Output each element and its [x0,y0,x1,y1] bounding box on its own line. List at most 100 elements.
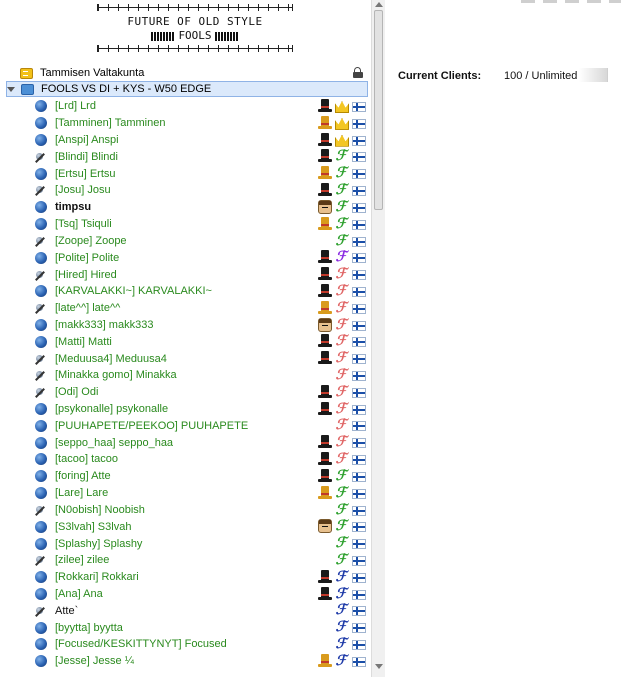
client-item[interactable]: [S3lvah] S3lvah ℱ [35,518,375,535]
client-item[interactable]: [Tamminen] Tamminen [35,115,375,132]
client-badges: ℱ [318,351,368,366]
banner-subtitle-text: FOOLS [178,29,212,42]
top-hat-icon [318,435,332,449]
top-hat-icon [318,149,332,163]
channel-tree-pane[interactable]: FUTURE OF OLD STYLE FOOLS Tammisen Valta… [0,0,385,677]
client-item[interactable]: [KARVALAKKI~] KARVALAKKI~ ℱ [35,283,375,300]
fools-group-icon: ℱ [335,585,347,602]
server-name: Tammisen Valtakunta [40,67,145,79]
top-hat-icon [318,166,332,180]
client-item[interactable]: [Lrd] Lrd [35,98,375,115]
client-item[interactable]: [late^^] late^^ ℱ [35,300,375,317]
finland-flag-icon [352,387,366,398]
scroll-down-icon[interactable] [375,664,383,669]
client-name: [Blindi] Blindi [55,150,118,163]
client-item[interactable]: [Odi] Odi ℱ [35,384,375,401]
voice-status-icon [35,318,47,331]
top-hat-icon [318,468,332,483]
finland-flag-icon [352,354,366,365]
client-item[interactable]: [Josu] Josu ℱ [35,182,375,199]
client-badges: ℱ [318,620,368,635]
client-item[interactable]: [Minakka gomo] Minakka ℱ [35,367,375,384]
client-item[interactable]: [seppo_haa] seppo_haa ℱ [35,434,375,451]
client-name: [Focused/KESKITTYNYT] Focused [55,638,227,651]
client-item[interactable]: [makk333] makk333 ℱ [35,317,375,334]
finland-flag-icon [352,186,366,197]
fools-group-icon: ℱ [335,165,347,182]
client-item[interactable]: [Hired] Hired ℱ [35,266,375,283]
client-badges: ℱ [318,166,368,181]
voice-status-icon [35,587,47,600]
client-item[interactable]: [tacoo] tacoo ℱ [35,451,375,468]
client-name: [PUUHAPETE/PEEKOO] PUUHAPETE [55,419,249,432]
voice-status-icon [35,167,47,180]
client-badges: ℱ [318,585,368,602]
banner-pattern-right [214,31,239,41]
client-item[interactable]: [Zoope] Zoope ℱ [35,233,375,250]
client-badges: ℱ [318,250,368,265]
client-item[interactable]: [Anspi] Anspi [35,132,375,149]
server-item[interactable]: Tammisen Valtakunta [20,65,370,81]
info-top-decoration [521,0,621,3]
client-badges: ℱ [318,485,368,501]
fools-group-icon: ℱ [335,232,347,249]
client-item[interactable]: [Jesse] Jesse ¼ ℱ [35,653,375,670]
client-item[interactable]: [foring] Atte ℱ [35,468,375,485]
client-badges: ℱ [318,368,368,383]
finland-flag-icon [352,572,366,583]
client-item[interactable]: Atte` ℱ [35,602,375,619]
client-item[interactable]: [Lare] Lare ℱ [35,485,375,502]
finland-flag-icon [352,505,366,516]
client-item[interactable]: timpsu ℱ [35,199,375,216]
client-badges: ℱ [318,452,368,467]
expand-arrow-icon[interactable] [7,86,15,92]
client-item[interactable]: [Ertsu] Ertsu ℱ [35,165,375,182]
fools-group-icon: ℱ [335,350,347,367]
top-hat-icon [318,216,332,231]
client-name: [N0obish] Noobish [55,503,145,516]
finland-flag-icon [352,438,366,449]
client-item[interactable]: [Blindi] Blindi ℱ [35,148,375,165]
client-name: [Ana] Ana [55,587,103,600]
scroll-thumb[interactable] [374,10,383,210]
client-item[interactable]: [Ana] Ana ℱ [35,586,375,603]
scroll-up-icon[interactable] [375,2,383,7]
fools-group-icon: ℱ [335,652,347,669]
client-name: [Zoope] Zoope [55,234,127,247]
current-clients-label: Current Clients: [398,70,482,82]
finland-flag-icon [352,539,366,550]
scrollbar[interactable] [371,0,385,677]
client-item[interactable]: [Rokkari] Rokkari ℱ [35,569,375,586]
client-badges: ℱ [318,283,368,299]
client-item[interactable]: [byytta] byytta ℱ [35,619,375,636]
client-name: [Odi] Odi [55,386,99,399]
client-name: [tacoo] tacoo [55,453,118,466]
client-name: [psykonalle] psykonalle [55,403,169,416]
client-item[interactable]: [Polite] Polite ℱ [35,249,375,266]
client-item[interactable]: [Splashy] Splashy ℱ [35,535,375,552]
client-badges: ℱ [318,216,368,232]
client-item[interactable]: [Focused/KESKITTYNYT] Focused ℱ [35,636,375,653]
client-badges: ℱ [318,267,368,282]
client-badges: ℱ [318,652,368,669]
client-item[interactable]: [psykonalle] psykonalle ℱ [35,401,375,418]
client-item[interactable]: [PUUHAPETE/PEEKOO] PUUHAPETE ℱ [35,417,375,434]
client-item[interactable]: [N0obish] Noobish ℱ [35,502,375,519]
lock-icon [353,67,363,78]
client-item[interactable]: [zilee] zilee ℱ [35,552,375,569]
fools-group-icon: ℱ [335,568,347,585]
top-hat-icon [318,300,332,315]
finland-flag-icon [352,253,366,264]
client-name: [Tsq] Tsiquli [55,218,112,231]
finland-flag-icon [352,623,366,634]
fools-group-icon: ℱ [335,602,347,619]
finland-flag-icon [352,421,366,432]
client-item[interactable]: [Matti] Matti ℱ [35,333,375,350]
muted-microphone-icon [35,369,47,381]
finland-flag-icon [352,270,366,281]
channel-item[interactable]: FOOLS VS DI + KYS - W50 EDGE [6,81,368,97]
client-item[interactable]: [Tsq] Tsiquli ℱ [35,216,375,233]
top-hat-icon [318,653,332,668]
client-item[interactable]: [Meduusa4] Meduusa4 ℱ [35,350,375,367]
finland-flag-icon [352,640,366,650]
